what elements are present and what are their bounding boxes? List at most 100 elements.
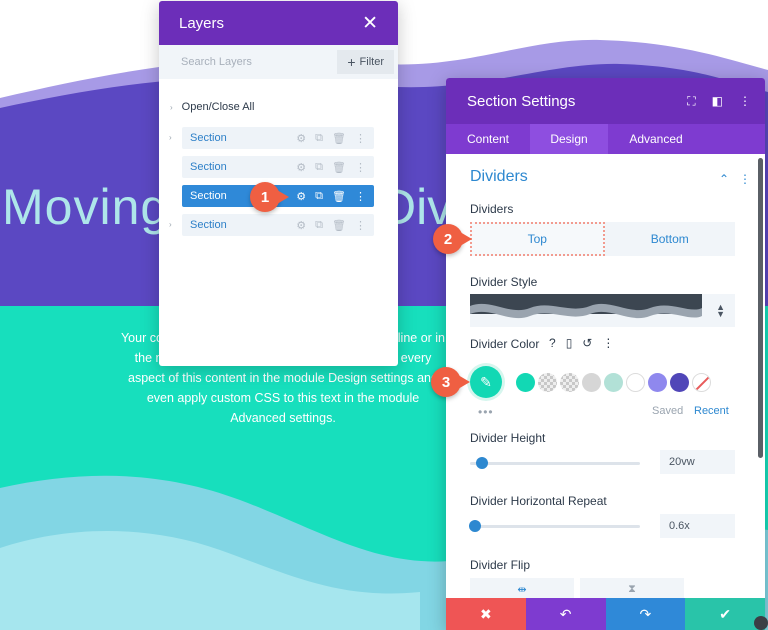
flip-vertical-button[interactable]: ⧗ <box>580 578 684 600</box>
slider-handle[interactable] <box>469 520 482 532</box>
divider-top-option[interactable]: Top <box>470 222 605 256</box>
divider-repeat-slider[interactable] <box>469 520 640 532</box>
gear-icon[interactable]: ⚙ <box>296 132 306 145</box>
duplicate-icon[interactable]: ⧉ <box>315 219 323 232</box>
trash-icon[interactable]: 🗑 <box>332 190 346 203</box>
close-icon: ✖ <box>480 605 492 622</box>
hero-title: Moving <box>2 179 170 235</box>
filter-button[interactable]: + Filter <box>337 50 394 74</box>
mobile-icon[interactable]: ▯ <box>566 336 573 350</box>
tab-advanced[interactable]: Advanced <box>608 124 704 154</box>
filter-label: Filter <box>359 56 384 68</box>
settings-tabs: Content Design Advanced <box>446 124 765 154</box>
search-layers-input[interactable] <box>181 56 331 68</box>
more-icon[interactable]: ⋮ <box>355 132 366 145</box>
undo-icon: ↶ <box>559 605 572 622</box>
eyedropper-button[interactable]: ✎ <box>470 366 502 398</box>
settings-header: Section Settings ⛶ ◧ ⋮ <box>446 78 765 124</box>
tab-content[interactable]: Content <box>446 124 530 154</box>
color-swatches <box>516 373 711 392</box>
scrollbar[interactable] <box>758 158 763 458</box>
color-swatch[interactable] <box>648 373 667 392</box>
undo-button[interactable]: ↶ <box>525 598 606 630</box>
select-arrows-icon: ▲ ▼ <box>716 302 725 319</box>
help-icon[interactable]: ? <box>549 336 556 350</box>
split-view-icon[interactable]: ◧ <box>712 94 723 109</box>
dividers-section-title[interactable]: Dividers <box>470 168 528 186</box>
chevron-right-icon: › <box>170 102 173 112</box>
transparent-swatch[interactable] <box>538 373 557 392</box>
divider-style-label: Divider Style <box>470 275 538 289</box>
gear-icon[interactable]: ⚙ <box>296 219 306 232</box>
save-button[interactable]: ✔ <box>685 598 765 630</box>
more-icon[interactable]: ⋮ <box>355 161 366 174</box>
cancel-button[interactable]: ✖ <box>446 598 526 630</box>
trash-icon[interactable]: 🗑 <box>332 161 346 174</box>
layer-label: Section <box>190 132 227 144</box>
flip-vertical-icon: ⧗ <box>628 582 636 595</box>
settings-title: Section Settings <box>467 92 576 110</box>
check-icon: ✔ <box>719 605 731 622</box>
more-icon[interactable]: ⋮ <box>739 172 751 186</box>
resize-handle[interactable] <box>754 616 768 630</box>
layer-label: Section <box>190 219 227 231</box>
layers-title: Layers <box>179 14 225 32</box>
layer-row-section[interactable]: Section ⚙ ⧉ 🗑 ⋮ <box>182 214 374 236</box>
divider-height-slider[interactable] <box>470 457 640 469</box>
more-icon[interactable]: ⋮ <box>602 336 614 350</box>
more-icon[interactable]: ⋮ <box>355 219 366 232</box>
layers-panel: Layers ✕ + Filter › Open/Close All › Sec… <box>159 1 398 366</box>
chevron-right-icon[interactable]: › <box>169 220 172 229</box>
layer-row-section[interactable]: Section ⚙ ⧉ 🗑 ⋮ <box>182 127 374 149</box>
color-swatch[interactable] <box>582 373 601 392</box>
wave-preview-icon <box>470 294 702 319</box>
duplicate-icon[interactable]: ⧉ <box>315 132 323 145</box>
settings-footer: ✖ ↶ ↷ ✔ <box>446 598 765 630</box>
chevron-right-icon[interactable]: › <box>169 133 172 142</box>
redo-button[interactable]: ↷ <box>605 598 686 630</box>
more-icon[interactable]: ⋮ <box>739 94 751 109</box>
flip-horizontal-icon: ⇹ <box>517 583 527 596</box>
reset-icon[interactable]: ↺ <box>582 336 592 350</box>
duplicate-icon[interactable]: ⧉ <box>315 161 323 174</box>
tab-design[interactable]: Design <box>530 124 608 154</box>
trash-icon[interactable]: 🗑 <box>332 132 346 145</box>
divider-bottom-option[interactable]: Bottom <box>605 222 736 256</box>
gear-icon[interactable]: ⚙ <box>296 190 306 203</box>
section-settings-panel: Section Settings ⛶ ◧ ⋮ Content Design Ad… <box>446 78 765 630</box>
color-swatch[interactable] <box>516 373 535 392</box>
duplicate-icon[interactable]: ⧉ <box>315 190 323 203</box>
slider-handle[interactable] <box>475 457 488 469</box>
eyedropper-icon: ✎ <box>480 373 492 390</box>
divider-height-value[interactable]: 20vw <box>660 450 735 474</box>
step-badge: 3 <box>431 367 470 397</box>
divider-height-label: Divider Height <box>470 431 546 445</box>
dividers-label: Dividers <box>470 202 514 216</box>
layers-header: Layers ✕ <box>159 1 398 45</box>
trash-icon[interactable]: 🗑 <box>332 219 346 232</box>
fullscreen-icon[interactable]: ⛶ <box>687 94 695 109</box>
flip-horizontal-button[interactable]: ⇹ <box>470 578 574 600</box>
chevron-up-icon[interactable]: ⌃ <box>719 172 729 186</box>
divider-repeat-value[interactable]: 0.6x <box>660 514 735 538</box>
saved-colors-tab[interactable]: Saved <box>652 405 683 417</box>
open-close-all[interactable]: › Open/Close All <box>170 101 254 113</box>
redo-icon: ↷ <box>639 605 652 622</box>
color-swatch[interactable] <box>626 373 645 392</box>
color-swatch[interactable] <box>670 373 689 392</box>
gear-icon[interactable]: ⚙ <box>296 161 306 174</box>
transparent-swatch[interactable] <box>560 373 579 392</box>
divider-flip-label: Divider Flip <box>470 558 531 572</box>
recent-colors-tab[interactable]: Recent <box>694 405 729 417</box>
dividers-position-toggle: Top Bottom <box>470 222 735 256</box>
layers-search-bar: + Filter <box>159 45 398 79</box>
step-badge: 2 <box>433 224 472 254</box>
plus-icon: + <box>347 54 356 70</box>
layer-row-section[interactable]: Section ⚙ ⧉ 🗑 ⋮ <box>182 156 374 178</box>
more-icon[interactable]: ⋮ <box>355 190 366 203</box>
more-swatches-icon[interactable]: ••• <box>478 405 494 419</box>
color-swatch[interactable] <box>604 373 623 392</box>
divider-style-select[interactable]: ▲ ▼ <box>470 294 735 327</box>
close-icon[interactable]: ✕ <box>362 12 378 35</box>
no-color-swatch[interactable] <box>692 373 711 392</box>
